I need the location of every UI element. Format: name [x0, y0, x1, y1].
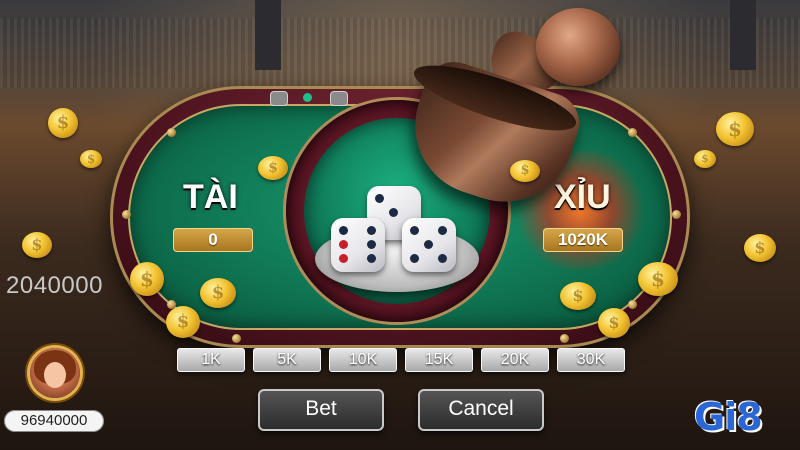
tai-amount: 0 — [173, 228, 253, 252]
chip-button-10k[interactable]: 10K — [329, 348, 397, 372]
xiu-title: XỈU — [554, 178, 611, 216]
rail-stud — [122, 210, 131, 219]
coin-icon — [258, 156, 288, 180]
coin-icon — [166, 306, 200, 338]
bet-button[interactable]: Bet — [258, 389, 384, 431]
coin-icon — [694, 150, 716, 168]
rail-stud — [628, 128, 637, 137]
chip-slot — [270, 91, 288, 106]
chip-button-30k[interactable]: 30K — [557, 348, 625, 372]
chip-button-15k[interactable]: 15K — [405, 348, 473, 372]
coin-icon — [510, 160, 540, 182]
brand-logo: Gi8 — [694, 395, 763, 439]
rail-stud — [672, 210, 681, 219]
coin-icon — [48, 108, 78, 138]
rail-stud — [232, 334, 241, 343]
chip-slot-active — [303, 93, 312, 102]
xiu-amount: 1020K — [543, 228, 623, 252]
coin-icon — [80, 150, 102, 168]
cancel-button[interactable]: Cancel — [418, 389, 544, 431]
stadium-stands — [0, 18, 800, 88]
coin-icon — [560, 282, 596, 310]
die-3 — [402, 218, 456, 272]
coin-icon — [716, 112, 754, 146]
chip-slot — [330, 91, 348, 106]
chip-button-5k[interactable]: 5K — [253, 348, 321, 372]
chip-button-20k[interactable]: 20K — [481, 348, 549, 372]
stadium-pillar — [730, 0, 756, 70]
coin-icon — [744, 234, 776, 262]
shaker-cup-knob — [536, 8, 620, 86]
wallet-balance: 96940000 — [4, 410, 104, 432]
coin-icon — [598, 308, 630, 338]
coin-icon — [638, 262, 678, 296]
chip-button-1k[interactable]: 1K — [177, 348, 245, 372]
avatar-face — [44, 362, 66, 388]
die-2 — [331, 218, 385, 272]
avatar[interactable] — [30, 348, 80, 398]
tai-title: TÀI — [183, 178, 238, 216]
coin-icon — [22, 232, 52, 258]
table-balance: 2040000 — [6, 272, 103, 299]
coin-icon — [200, 278, 236, 308]
rail-stud — [560, 334, 569, 343]
stadium-pillar — [255, 0, 281, 70]
coin-icon — [130, 262, 164, 296]
rail-stud — [167, 128, 176, 137]
